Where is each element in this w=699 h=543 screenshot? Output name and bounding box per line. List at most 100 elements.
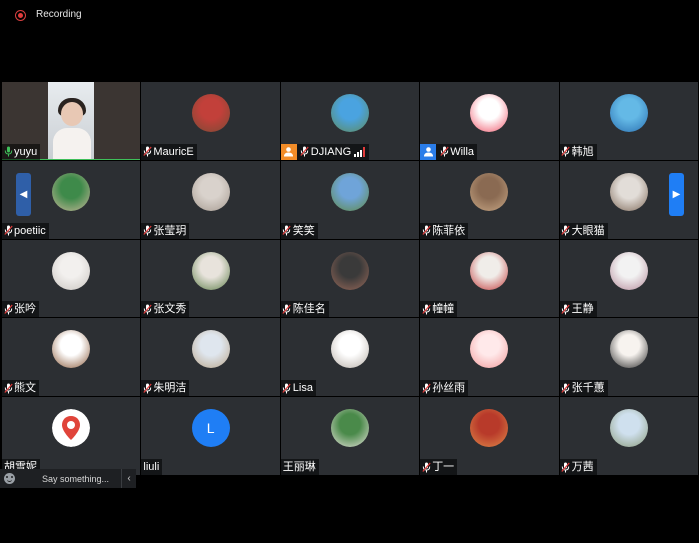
- microphone-muted-icon: [281, 224, 293, 238]
- participant-name: MauricE: [153, 145, 194, 158]
- participant-name: Willa: [450, 145, 475, 158]
- participant-name-bar: 熊文: [2, 380, 39, 397]
- participant-tile[interactable]: 笑笑: [280, 160, 420, 239]
- top-bar: Recording: [0, 0, 699, 30]
- microphone-muted-icon: [2, 381, 14, 395]
- participant-tile[interactable]: 幢幢: [420, 239, 559, 318]
- participant-name: liuli: [143, 461, 160, 473]
- participant-tile[interactable]: 王丽琳: [280, 397, 420, 475]
- participant-tile[interactable]: 王静: [559, 239, 698, 318]
- avatar: [191, 330, 230, 369]
- avatar: [330, 251, 369, 290]
- participant-name: 朱明洁: [153, 382, 187, 395]
- participant-tile[interactable]: 韩旭: [559, 82, 698, 160]
- participant-tile[interactable]: MauricE: [141, 82, 280, 160]
- avatar: [52, 251, 91, 290]
- participant-name: 陈佳名: [292, 303, 326, 316]
- participant-video: [48, 82, 94, 159]
- participant-name: 丁一: [432, 461, 455, 473]
- participant-tile[interactable]: 张千蕙: [559, 318, 698, 397]
- participant-tile[interactable]: 张文秀: [141, 239, 280, 318]
- chat-input-bar[interactable]: Say something... ‹: [0, 469, 136, 488]
- microphone-muted-icon: [281, 381, 293, 395]
- participant-name-bar: 陈佳名: [280, 301, 329, 318]
- participant-name-bar: DJIANG: [280, 143, 370, 160]
- avatar: [609, 172, 648, 211]
- participant-name-bar: 张吟: [2, 301, 39, 318]
- chevron-left-icon: ◀: [19, 189, 28, 200]
- participant-name-bar: 王丽琳: [280, 459, 319, 475]
- participant-name-bar: 韩旭: [559, 143, 597, 160]
- avatar: [52, 330, 91, 369]
- participant-name: 张文秀: [153, 303, 187, 316]
- participant-tile[interactable]: Lisa: [280, 318, 420, 397]
- collapse-chat-button[interactable]: ‹: [121, 469, 136, 488]
- next-page-button[interactable]: ▶: [669, 173, 684, 216]
- participant-tile[interactable]: yuyu: [2, 82, 141, 160]
- microphone-muted-icon: [141, 381, 153, 395]
- co-host-icon: [420, 143, 437, 160]
- microphone-muted-icon: [299, 145, 311, 159]
- microphone-muted-icon: [560, 460, 572, 474]
- recording-label: Recording: [36, 9, 82, 20]
- participant-tile[interactable]: 张莹玥: [141, 160, 280, 239]
- avatar: [470, 251, 509, 290]
- avatar: [609, 330, 648, 369]
- microphone-muted-icon: [2, 302, 14, 316]
- avatar: L: [191, 409, 230, 448]
- prev-page-button[interactable]: ◀: [16, 173, 31, 216]
- participant-name-bar: 朱明洁: [141, 380, 190, 397]
- participant-tile[interactable]: DJIANG: [280, 82, 420, 160]
- participant-grid: yuyu MauricE DJIANG Willa 韩旭 poetiic 张莹玥 笑笑 陈菲依 大…: [2, 82, 698, 475]
- microphone-muted-icon: [420, 460, 432, 474]
- participant-tile[interactable]: 万茜: [559, 397, 698, 475]
- participant-tile[interactable]: Lliuli: [141, 397, 280, 475]
- video-background: [94, 82, 140, 159]
- participant-name-bar: 张文秀: [141, 301, 190, 318]
- participant-tile[interactable]: 熊文: [2, 318, 141, 397]
- avatar: [191, 251, 230, 290]
- avatar: [470, 94, 509, 132]
- microphone-muted-icon: [141, 145, 153, 159]
- smiley-icon: [3, 473, 15, 484]
- participant-name-bar: 幢幢: [420, 301, 458, 318]
- participant-tile[interactable]: 胡雪妮: [2, 397, 141, 475]
- avatar: [330, 409, 369, 448]
- participant-tile[interactable]: 张吟: [2, 239, 141, 318]
- participant-name: Lisa: [292, 382, 313, 395]
- participant-tile[interactable]: Willa: [420, 82, 559, 160]
- participant-name-bar: 孙丝雨: [420, 380, 469, 397]
- participant-name: poetiic: [14, 224, 46, 237]
- microphone-muted-icon: [281, 302, 293, 316]
- avatar: [609, 251, 648, 290]
- participant-name-bar: 张千蕙: [559, 380, 608, 397]
- avatar: [470, 409, 509, 448]
- chevron-left-icon: ‹: [127, 473, 131, 484]
- participant-name-bar: 陈菲依: [420, 222, 469, 239]
- microphone-muted-icon: [560, 224, 572, 238]
- participant-tile[interactable]: 丁一: [420, 397, 559, 475]
- chevron-right-icon: ▶: [672, 189, 681, 200]
- participant-name: 孙丝雨: [432, 382, 466, 395]
- avatar: [330, 94, 369, 132]
- participant-tile[interactable]: 陈佳名: [280, 239, 420, 318]
- participant-name: 万茜: [571, 461, 594, 473]
- microphone-icon: [2, 145, 14, 159]
- microphone-muted-icon: [560, 302, 572, 316]
- participant-tile[interactable]: 陈菲依: [420, 160, 559, 239]
- participant-tile[interactable]: 朱明洁: [141, 318, 280, 397]
- avatar: [470, 330, 509, 369]
- participant-tile[interactable]: 孙丝雨: [420, 318, 559, 397]
- participant-name: 张吟: [14, 303, 36, 316]
- microphone-muted-icon: [420, 224, 432, 238]
- participant-name-bar: 万茜: [559, 459, 597, 475]
- microphone-muted-icon: [141, 224, 153, 238]
- avatar: [330, 330, 369, 369]
- microphone-muted-icon: [420, 302, 432, 316]
- emoji-button[interactable]: [0, 469, 18, 488]
- microphone-muted-icon: [438, 145, 450, 159]
- chat-input[interactable]: Say something...: [18, 474, 121, 484]
- participant-name-bar: MauricE: [141, 143, 197, 160]
- avatar: [609, 409, 648, 448]
- participant-name: yuyu: [14, 145, 38, 158]
